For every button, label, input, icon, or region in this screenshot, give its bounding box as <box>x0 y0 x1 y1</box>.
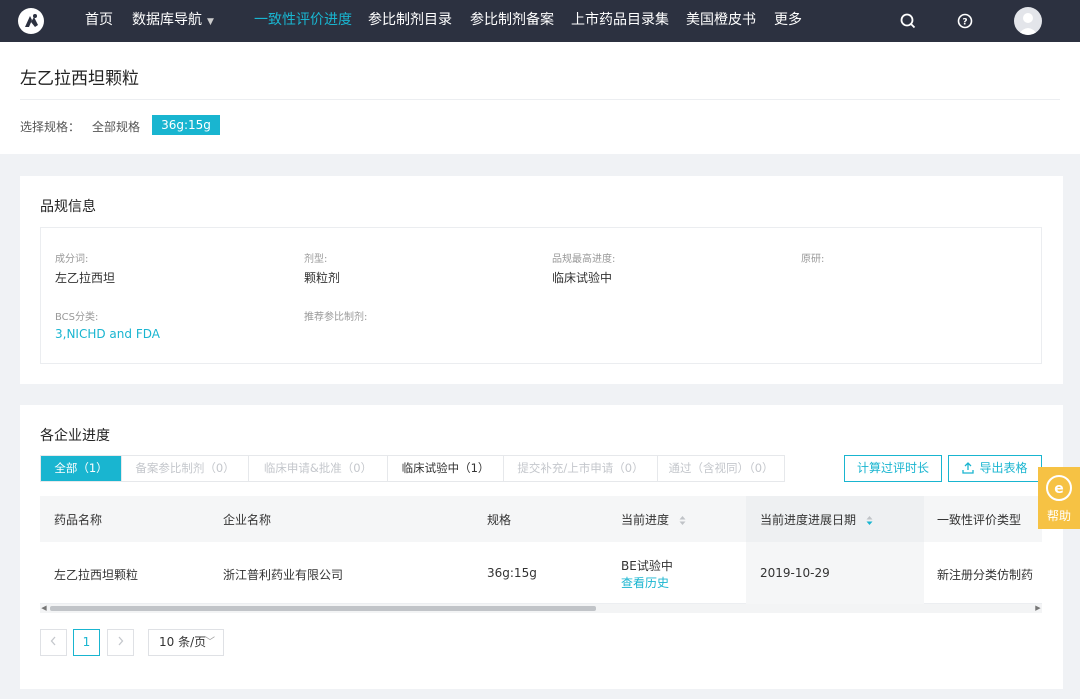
horizontal-scrollbar[interactable]: ◀ ▶ <box>40 604 1042 613</box>
svg-text:?: ? <box>962 18 967 28</box>
cell-progress-date: 2019-10-29 <box>760 566 830 580</box>
nav-consistency-progress[interactable]: 一致性评价进度 <box>254 0 352 42</box>
sort-desc-icon <box>866 516 873 525</box>
chevron-down-icon: ▼ <box>207 17 214 27</box>
header-divider <box>20 99 1060 100</box>
page-title: 左乙拉西坦颗粒 <box>20 69 139 89</box>
th-company: 企业名称 <box>223 513 272 527</box>
th-evaluation-type: 一致性评价类型 <box>937 513 1022 527</box>
spec-option-all[interactable]: 全部规格 <box>92 118 140 135</box>
cell-company: 浙江普利药业有限公司 <box>223 568 344 582</box>
drug-header: 左乙拉西坦颗粒 选择规格： 全部规格 36g:15g <box>0 42 1080 154</box>
logo-icon[interactable] <box>18 8 44 34</box>
tab-approved[interactable]: 通过（含视同）（0） <box>658 456 784 481</box>
cell-evaluation-type: 新注册分类仿制药 <box>937 568 1034 582</box>
export-table-label: 导出表格 <box>979 461 1028 475</box>
ingredient-value: 左乙拉西坦 <box>55 271 116 285</box>
highest-progress-value: 临床试验中 <box>552 271 613 285</box>
prev-page-button[interactable] <box>40 629 67 656</box>
dosage-form-label: 剂型: <box>304 254 328 265</box>
dosage-form-value: 颗粒剂 <box>304 271 341 285</box>
spec-info-card: 品规信息 成分词: 左乙拉西坦 剂型: 颗粒剂 品规最高进度: 临床试验中 原研… <box>20 176 1063 384</box>
scrollbar-thumb[interactable] <box>50 606 596 611</box>
svg-text:e: e <box>1054 481 1064 497</box>
spec-option-selected[interactable]: 36g:15g <box>152 115 220 135</box>
recommended-reference-label: 推荐参比制剂: <box>304 312 368 323</box>
nav-more[interactable]: 更多 <box>774 0 802 42</box>
progress-table: 药品名称 企业名称 规格 当前进度 当前进度进展日期 一致性评价类型 左乙拉西坦… <box>40 496 1042 613</box>
nav-database-label: 数据库导航 <box>132 12 202 28</box>
table-header: 药品名称 企业名称 规格 当前进度 当前进度进展日期 一致性评价类型 <box>40 496 1042 604</box>
nav-reference-filing[interactable]: 参比制剂备案 <box>470 0 554 42</box>
page-size-value: 10 条/页 <box>159 635 207 649</box>
th-progress-date-label: 当前进度进展日期 <box>760 513 857 527</box>
avatar[interactable] <box>1014 7 1042 35</box>
nav-orange-book[interactable]: 美国橙皮书 <box>686 0 756 42</box>
table-row: 左乙拉西坦颗粒 浙江普利药业有限公司 36g:15g BE试验中 查看历史 20… <box>40 542 1042 604</box>
chevron-right-icon <box>118 636 124 646</box>
next-page-button[interactable] <box>107 629 134 656</box>
help-icon[interactable]: ? <box>955 11 975 31</box>
chevron-down-icon: ﹀ <box>205 637 215 648</box>
originator-label: 原研: <box>801 254 825 265</box>
tab-reference-filing[interactable]: 备案参比制剂（0） <box>122 456 249 481</box>
tab-all[interactable]: 全部（1） <box>41 456 122 481</box>
view-history-link[interactable]: 查看历史 <box>621 574 669 591</box>
help-float-button[interactable]: e 帮助 <box>1038 467 1080 529</box>
tab-clinical-application[interactable]: 临床申请&批准（0） <box>249 456 388 481</box>
cell-progress: BE试验中 <box>621 559 673 573</box>
th-current-progress-label: 当前进度 <box>621 513 670 527</box>
page-number-button[interactable]: 1 <box>73 629 100 656</box>
tab-clinical-trial[interactable]: 临床试验中（1） <box>388 456 504 481</box>
th-progress-date[interactable]: 当前进度进展日期 <box>760 511 873 528</box>
cell-drug-name: 左乙拉西坦颗粒 <box>54 568 139 582</box>
spec-info-box: 成分词: 左乙拉西坦 剂型: 颗粒剂 品规最高进度: 临床试验中 原研: BCS… <box>40 227 1042 364</box>
nav-database-menu[interactable]: 数据库导航 ▼ <box>132 0 214 42</box>
help-chat-icon: e <box>1046 475 1072 501</box>
highest-progress-label: 品规最高进度: <box>552 254 616 265</box>
search-icon[interactable] <box>898 11 918 31</box>
ingredient-label: 成分词: <box>55 254 89 265</box>
nav-home[interactable]: 首页 <box>85 0 113 42</box>
calc-review-time-button[interactable]: 计算过评时长 <box>844 455 942 482</box>
scroll-left-icon[interactable]: ◀ <box>40 604 48 613</box>
spec-info-title: 品规信息 <box>40 199 96 215</box>
th-spec: 规格 <box>487 513 512 527</box>
nav-listed-drugs[interactable]: 上市药品目录集 <box>571 0 669 42</box>
progress-tabs: 全部（1） 备案参比制剂（0） 临床申请&批准（0） 临床试验中（1） 提交补充… <box>40 455 785 482</box>
scroll-right-icon[interactable]: ▶ <box>1034 604 1042 613</box>
bcs-value-link[interactable]: 3,NICHD and FDA <box>55 327 160 341</box>
spec-filter-label: 选择规格： <box>20 120 81 134</box>
bcs-label: BCS分类: <box>55 312 99 323</box>
sort-icon <box>679 516 686 525</box>
cell-spec: 36g:15g <box>487 566 537 580</box>
th-drug-name: 药品名称 <box>54 513 103 527</box>
company-progress-card: 各企业进度 全部（1） 备案参比制剂（0） 临床申请&批准（0） 临床试验中（1… <box>20 405 1063 689</box>
top-nav-bar: 首页 数据库导航 ▼ 一致性评价进度 参比制剂目录 参比制剂备案 上市药品目录集 … <box>0 0 1080 42</box>
page-size-select[interactable]: 10 条/页 ﹀ <box>148 629 224 656</box>
tab-market-application[interactable]: 提交补充/上市申请（0） <box>504 456 658 481</box>
export-table-button[interactable]: 导出表格 <box>948 455 1042 482</box>
company-progress-title: 各企业进度 <box>40 428 110 444</box>
upload-icon <box>962 462 975 474</box>
nav-reference-catalog[interactable]: 参比制剂目录 <box>368 0 452 42</box>
th-current-progress[interactable]: 当前进度 <box>621 511 686 528</box>
help-label: 帮助 <box>1046 509 1071 523</box>
chevron-left-icon <box>50 636 56 646</box>
